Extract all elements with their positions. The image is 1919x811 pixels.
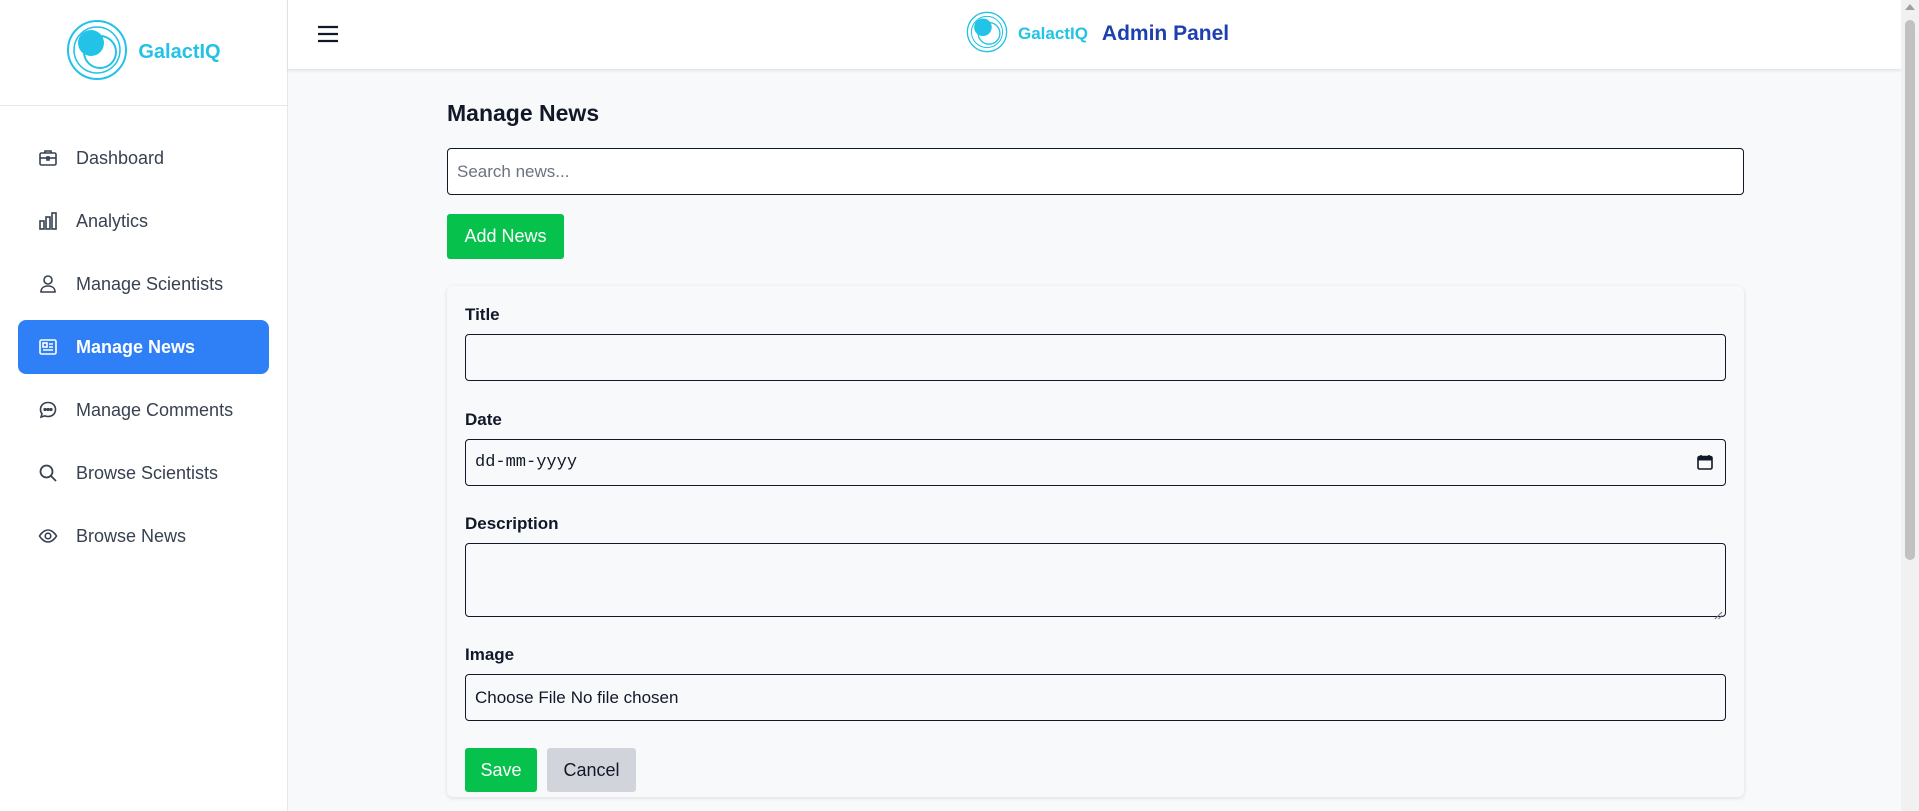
resize-handle-icon[interactable] bbox=[1714, 605, 1723, 620]
sidebar-item-label: Manage Scientists bbox=[76, 273, 224, 294]
sidebar-item-label: Browse Scientists bbox=[76, 462, 219, 483]
sidebar-item-browse-news[interactable]: Browse News bbox=[18, 509, 269, 563]
eye-icon bbox=[37, 525, 59, 547]
bar-chart-icon bbox=[37, 210, 59, 232]
header-brand-name: GalactIQ bbox=[1018, 24, 1088, 43]
vertical-scrollbar[interactable] bbox=[1901, 0, 1919, 811]
sidebar-item-analytics[interactable]: Analytics bbox=[18, 194, 269, 248]
save-button[interactable]: Save bbox=[465, 748, 537, 792]
scroll-up-arrow-icon[interactable] bbox=[1905, 4, 1915, 10]
date-placeholder: dd-mm-yyyy bbox=[475, 453, 578, 472]
sidebar-brand[interactable]: GalactIQ bbox=[0, 0, 287, 106]
date-label: Date bbox=[465, 410, 502, 429]
description-field[interactable] bbox=[465, 543, 1726, 620]
search-icon bbox=[37, 462, 59, 484]
search-input[interactable] bbox=[447, 148, 1744, 195]
sidebar-item-label: Dashboard bbox=[76, 147, 165, 168]
sidebar-item-manage-scientists[interactable]: Manage Scientists bbox=[18, 257, 269, 311]
newspaper-icon bbox=[37, 336, 59, 358]
news-form: Title Date dd-mm-yyyy Description Image … bbox=[447, 286, 1744, 797]
form-actions: Save Cancel bbox=[465, 748, 1726, 792]
sidebar-item-manage-comments[interactable]: Manage Comments bbox=[18, 383, 269, 437]
chat-bubble-icon bbox=[37, 399, 59, 421]
user-icon bbox=[37, 273, 59, 295]
cancel-button[interactable]: Cancel bbox=[547, 748, 636, 792]
title-field[interactable] bbox=[465, 334, 1726, 381]
image-label: Image bbox=[465, 645, 515, 664]
header-title: Admin Panel bbox=[1101, 22, 1230, 45]
choose-file-button[interactable]: Choose File bbox=[475, 688, 566, 708]
add-news-button[interactable]: Add News bbox=[447, 214, 564, 259]
briefcase-icon bbox=[37, 147, 59, 169]
sidebar: GalactIQ Dashboard Analytics Manage Scie… bbox=[0, 0, 288, 811]
sidebar-item-dashboard[interactable]: Dashboard bbox=[18, 131, 269, 185]
sidebar-item-label: Analytics bbox=[76, 210, 149, 231]
date-field[interactable]: dd-mm-yyyy bbox=[465, 439, 1726, 486]
title-label: Title bbox=[465, 305, 500, 324]
sidebar-item-browse-scientists[interactable]: Browse Scientists bbox=[18, 446, 269, 500]
description-label: Description bbox=[465, 514, 559, 533]
sidebar-nav: Dashboard Analytics Manage Scientists Ma… bbox=[0, 106, 287, 563]
sidebar-item-label: Manage News bbox=[76, 336, 196, 357]
main-content: Manage News Add News Title Date dd-mm-yy… bbox=[447, 96, 1744, 797]
galactiq-logo-icon bbox=[66, 19, 128, 86]
file-status: No file chosen bbox=[570, 687, 679, 707]
scrollbar-thumb[interactable] bbox=[1905, 20, 1915, 560]
image-file-field[interactable]: Choose File No file chosen bbox=[465, 674, 1726, 721]
app-root: GalactIQ Dashboard Analytics Manage Scie… bbox=[0, 0, 1919, 811]
header-brand-group: GalactIQ Admin Panel bbox=[966, 11, 1230, 58]
sidebar-item-label: Manage Comments bbox=[76, 399, 234, 420]
sidebar-item-manage-news[interactable]: Manage News bbox=[18, 320, 269, 374]
calendar-icon[interactable] bbox=[1697, 454, 1713, 470]
brand-name: GalactIQ bbox=[138, 41, 221, 63]
top-header: GalactIQ Admin Panel bbox=[288, 0, 1901, 70]
galactiq-logo-icon bbox=[966, 11, 1008, 58]
hamburger-menu-icon[interactable] bbox=[316, 22, 340, 46]
sidebar-item-label: Browse News bbox=[76, 525, 187, 546]
page-title: Manage News bbox=[447, 100, 600, 126]
